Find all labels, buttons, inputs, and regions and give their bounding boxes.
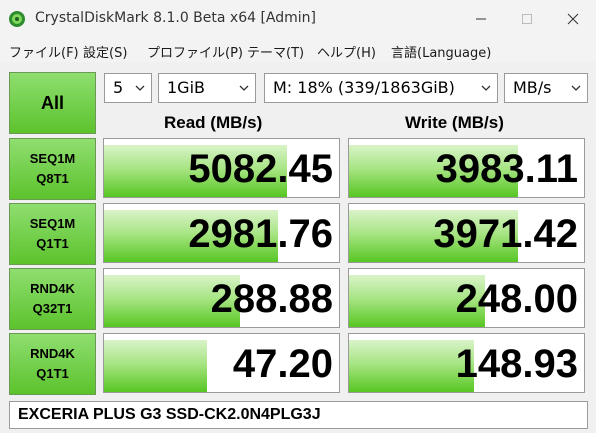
write-result-seq1m-q8t1: 3983.11: [348, 138, 585, 198]
chevron-down-icon: [481, 85, 491, 91]
write-result-rnd4k-q1t1: 148.93: [348, 333, 585, 393]
minimize-icon: [476, 18, 486, 20]
maximize-icon: [522, 14, 532, 24]
maximize-button[interactable]: [504, 0, 550, 38]
read-result-rnd4k-q32t1: 288.88: [103, 268, 340, 328]
test-name: RND4K: [30, 281, 75, 296]
menu-file[interactable]: ファイル(F): [9, 42, 79, 61]
write-column-header: Write (MB/s): [405, 113, 504, 132]
test-button-rnd4k-q32t1[interactable]: RND4K Q32T1: [9, 268, 96, 330]
menu-language[interactable]: 言語(Language): [391, 42, 491, 61]
write-result-rnd4k-q32t1: 248.00: [348, 268, 585, 328]
menu-profile[interactable]: プロファイル(P): [147, 42, 243, 61]
size-select[interactable]: 1GiB: [158, 73, 256, 103]
test-button-seq1m-q1t1[interactable]: SEQ1M Q1T1: [9, 203, 96, 265]
read-bar: [104, 340, 208, 392]
drive-name-field[interactable]: EXCERIA PLUS G3 SSD-CK2.0N4PLG3J: [9, 401, 588, 429]
test-name: SEQ1M: [29, 151, 76, 166]
unit-select[interactable]: MB/s: [504, 73, 588, 103]
read-result-seq1m-q1t1: 2981.76: [103, 203, 340, 263]
close-icon: [567, 13, 579, 25]
drive-value: M: 18% (339/1863GiB): [273, 78, 455, 97]
count-select[interactable]: 5: [104, 73, 152, 103]
write-value: 248.00: [455, 277, 578, 321]
test-queue: Q8T1: [36, 171, 69, 186]
test-button-seq1m-q8t1[interactable]: SEQ1M Q8T1: [9, 138, 96, 200]
app-icon: [9, 11, 25, 27]
test-queue: Q32T1: [32, 301, 73, 316]
chevron-down-icon: [571, 85, 581, 91]
chevron-down-icon: [239, 85, 249, 91]
close-button[interactable]: [550, 0, 596, 38]
test-name: RND4K: [30, 346, 75, 361]
read-value: 5082.45: [188, 147, 333, 191]
read-column-header: Read (MB/s): [164, 113, 263, 132]
all-button[interactable]: All: [9, 72, 96, 134]
read-value: 2981.76: [188, 212, 333, 256]
test-queue: Q1T1: [36, 366, 69, 381]
drive-select[interactable]: M: 18% (339/1863GiB): [264, 73, 498, 103]
test-name: SEQ1M: [29, 216, 76, 231]
title-bar[interactable]: CrystalDiskMark 8.1.0 Beta x64 [Admin]: [0, 0, 596, 38]
menu-settings[interactable]: 設定(S): [83, 42, 127, 61]
read-value: 288.88: [210, 277, 333, 321]
minimize-button[interactable]: [458, 0, 504, 38]
read-result-rnd4k-q1t1: 47.20: [103, 333, 340, 393]
read-value: 47.20: [232, 342, 333, 386]
test-queue: Q1T1: [36, 236, 69, 251]
chevron-down-icon: [135, 85, 145, 91]
unit-value: MB/s: [513, 78, 552, 97]
read-result-seq1m-q8t1: 5082.45: [103, 138, 340, 198]
write-result-seq1m-q1t1: 3971.42: [348, 203, 585, 263]
main-panel: All 5 1GiB M: 18% (339/1863GiB) MB/s Rea…: [0, 62, 596, 433]
menu-bar: ファイル(F) 設定(S) プロファイル(P) テーマ(T) ヘルプ(H) 言語…: [0, 38, 596, 62]
menu-help[interactable]: ヘルプ(H): [317, 42, 376, 61]
count-value: 5: [113, 78, 124, 97]
write-value: 3971.42: [433, 212, 578, 256]
write-value: 148.93: [455, 342, 578, 386]
menu-theme[interactable]: テーマ(T): [247, 42, 304, 61]
write-value: 3983.11: [435, 147, 578, 191]
size-value: 1GiB: [167, 78, 205, 97]
window-title: CrystalDiskMark 8.1.0 Beta x64 [Admin]: [35, 10, 317, 26]
test-button-rnd4k-q1t1[interactable]: RND4K Q1T1: [9, 333, 96, 395]
